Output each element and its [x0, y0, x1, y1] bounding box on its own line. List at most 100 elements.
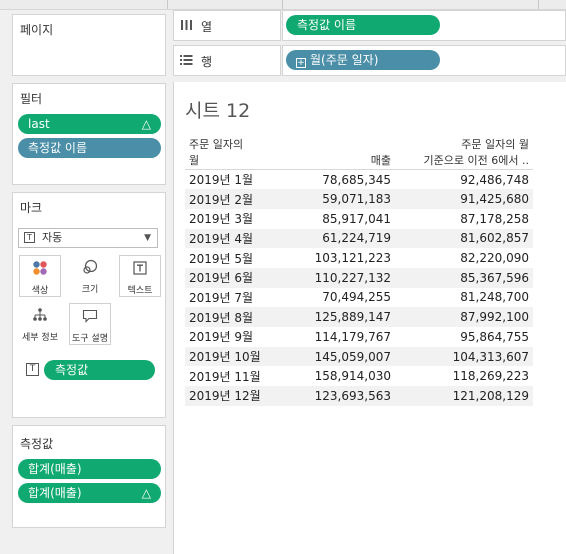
cell-prev[interactable]: 95,864,755 — [395, 327, 533, 347]
cell-prev[interactable]: 121,208,129 — [395, 386, 533, 406]
cell-month[interactable]: 2019년 8월 — [185, 307, 297, 327]
cell-month[interactable]: 2019년 6월 — [185, 267, 297, 288]
color-button-label: 색상 — [31, 286, 49, 296]
cell-prev[interactable]: 81,602,857 — [395, 228, 533, 249]
mark-type-dropdown[interactable]: T 자동 ▼ — [18, 228, 158, 248]
cell-prev[interactable]: 82,220,090 — [395, 248, 533, 268]
size-button-label: 크기 — [81, 285, 99, 295]
top-toolbar-strip — [0, 0, 566, 10]
cell-prev[interactable]: 85,367,596 — [395, 267, 533, 288]
cell-sales[interactable]: 125,889,147 — [297, 307, 395, 327]
cell-sales[interactable]: 123,693,563 — [297, 386, 395, 406]
filter-pill-label: last — [28, 117, 50, 131]
cell-sales[interactable]: 145,059,007 — [297, 346, 395, 367]
chevron-down-icon: ▼ — [144, 233, 151, 243]
columns-label: 열 — [201, 20, 213, 34]
columns-drop-area[interactable]: 측정값 이름 — [282, 10, 566, 41]
text-button-label: 텍스트 — [127, 286, 153, 296]
columns-pill-measure-names[interactable]: 측정값 이름 — [286, 15, 440, 35]
cell-prev[interactable]: 118,269,223 — [395, 366, 533, 386]
cell-sales[interactable]: 158,914,030 — [297, 366, 395, 386]
cell-sales[interactable]: 70,494,255 — [297, 288, 395, 308]
measure-pill-sum-sales[interactable]: 합계(매출) — [18, 459, 161, 479]
cell-month[interactable]: 2019년 2월 — [185, 189, 297, 209]
measure-pill-label: 합계(매출) — [28, 462, 82, 476]
filters-title: 필터 — [20, 92, 43, 106]
cell-month[interactable]: 2019년 9월 — [185, 327, 297, 347]
mark-type-value: 자동 — [42, 231, 63, 244]
cell-month[interactable]: 2019년 12월 — [185, 386, 297, 406]
cell-month[interactable]: 2019년 10월 — [185, 346, 297, 367]
delta-icon: △ — [141, 117, 151, 131]
columns-icon — [180, 19, 193, 34]
detail-button[interactable]: 세부 정보 — [19, 303, 61, 345]
rows-shelf: 행 + 월(주문 일자) — [173, 45, 566, 76]
cell-prev[interactable]: 92,486,748 — [395, 170, 533, 190]
pages-panel[interactable]: 페이지 — [12, 14, 166, 76]
header-sales[interactable]: 매출 — [297, 137, 395, 170]
cell-month[interactable]: 2019년 3월 — [185, 209, 297, 229]
sheet-title: 시트 12 — [185, 100, 251, 122]
table-row[interactable]: 2019년 10월 145,059,007 104,313,607 — [185, 346, 533, 367]
cell-sales[interactable]: 78,685,345 — [297, 170, 395, 190]
cell-sales[interactable]: 61,224,719 — [297, 228, 395, 249]
rows-pill-month-order-date[interactable]: + 월(주문 일자) — [286, 50, 440, 70]
cell-prev[interactable]: 87,992,100 — [395, 307, 533, 327]
detail-button-label: 세부 정보 — [22, 333, 58, 343]
size-button[interactable]: 크기 — [69, 255, 111, 297]
table-row[interactable]: 2019년 5월 103,121,223 82,220,090 — [185, 248, 533, 268]
cell-month[interactable]: 2019년 1월 — [185, 170, 297, 190]
cell-prev[interactable]: 91,425,680 — [395, 189, 533, 209]
rows-label: 행 — [201, 55, 213, 69]
cell-month[interactable]: 2019년 4월 — [185, 228, 297, 249]
marks-text-pill[interactable]: 측정값 — [44, 360, 155, 380]
table-row[interactable]: 2019년 1월 78,685,345 92,486,748 — [185, 170, 533, 190]
delta-icon: △ — [141, 486, 151, 500]
cell-sales[interactable]: 59,071,183 — [297, 189, 395, 209]
table-row[interactable]: 2019년 6월 110,227,132 85,367,596 — [185, 267, 533, 288]
table-row[interactable]: 2019년 2월 59,071,183 91,425,680 — [185, 189, 533, 209]
text-table: 주문 일자의 월 매출 주문 일자의 월 기준으로 이전 6에서 .. 2019… — [185, 137, 533, 406]
cell-prev[interactable]: 104,313,607 — [395, 346, 533, 367]
filters-panel[interactable]: 필터 last △ 측정값 이름 — [12, 83, 166, 185]
cell-sales[interactable]: 110,227,132 — [297, 267, 395, 288]
marks-text-pill-label: 측정값 — [55, 363, 89, 377]
text-button[interactable]: 텍스트 — [119, 255, 161, 297]
marks-title: 마크 — [20, 201, 43, 215]
color-button[interactable]: 색상 — [19, 255, 61, 297]
filter-pill-last[interactable]: last △ — [18, 114, 161, 134]
cell-month[interactable]: 2019년 5월 — [185, 248, 297, 268]
table-row[interactable]: 2019년 4월 61,224,719 81,602,857 — [185, 228, 533, 249]
color-dots-icon — [20, 256, 60, 280]
cell-month[interactable]: 2019년 7월 — [185, 288, 297, 308]
header-month[interactable]: 주문 일자의 월 — [185, 137, 297, 170]
measure-values-panel[interactable]: 측정값 합계(매출) 합계(매출) △ — [12, 425, 166, 528]
rows-icon — [180, 54, 193, 69]
table-row[interactable]: 2019년 9월 114,179,767 95,864,755 — [185, 327, 533, 347]
cell-sales[interactable]: 103,121,223 — [297, 248, 395, 268]
header-prev-sales[interactable]: 주문 일자의 월 기준으로 이전 6에서 .. — [395, 137, 533, 170]
filter-pill-measure-names[interactable]: 측정값 이름 — [18, 138, 161, 158]
cell-prev[interactable]: 81,248,700 — [395, 288, 533, 308]
columns-shelf: 열 측정값 이름 — [173, 10, 566, 41]
table-row[interactable]: 2019년 12월 123,693,563 121,208,129 — [185, 386, 533, 406]
cell-prev[interactable]: 87,178,258 — [395, 209, 533, 229]
table-row[interactable]: 2019년 7월 70,494,255 81,248,700 — [185, 288, 533, 308]
columns-pill-label: 측정값 이름 — [297, 18, 357, 32]
columns-shelf-label: 열 — [173, 10, 281, 41]
table-row[interactable]: 2019년 11월 158,914,030 118,269,223 — [185, 366, 533, 386]
measure-pill-sum-sales-calc[interactable]: 합계(매출) △ — [18, 483, 161, 503]
filter-pill-label: 측정값 이름 — [28, 141, 88, 155]
table-header-row: 주문 일자의 월 매출 주문 일자의 월 기준으로 이전 6에서 .. — [185, 137, 533, 170]
view-canvas[interactable]: 시트 12 주문 일자의 월 매출 주문 일자의 월 기준으로 이전 6에서 .… — [173, 82, 566, 554]
cell-month[interactable]: 2019년 11월 — [185, 366, 297, 386]
rows-drop-area[interactable]: + 월(주문 일자) — [282, 45, 566, 76]
cell-sales[interactable]: 85,917,041 — [297, 209, 395, 229]
plus-box-icon[interactable]: + — [296, 58, 306, 68]
tooltip-button[interactable]: 도구 설명 — [69, 303, 111, 345]
table-row[interactable]: 2019년 3월 85,917,041 87,178,258 — [185, 209, 533, 229]
table-row[interactable]: 2019년 8월 125,889,147 87,992,100 — [185, 307, 533, 327]
rows-shelf-label: 행 — [173, 45, 281, 76]
cell-sales[interactable]: 114,179,767 — [297, 327, 395, 347]
text-mark-icon: T — [24, 232, 35, 243]
